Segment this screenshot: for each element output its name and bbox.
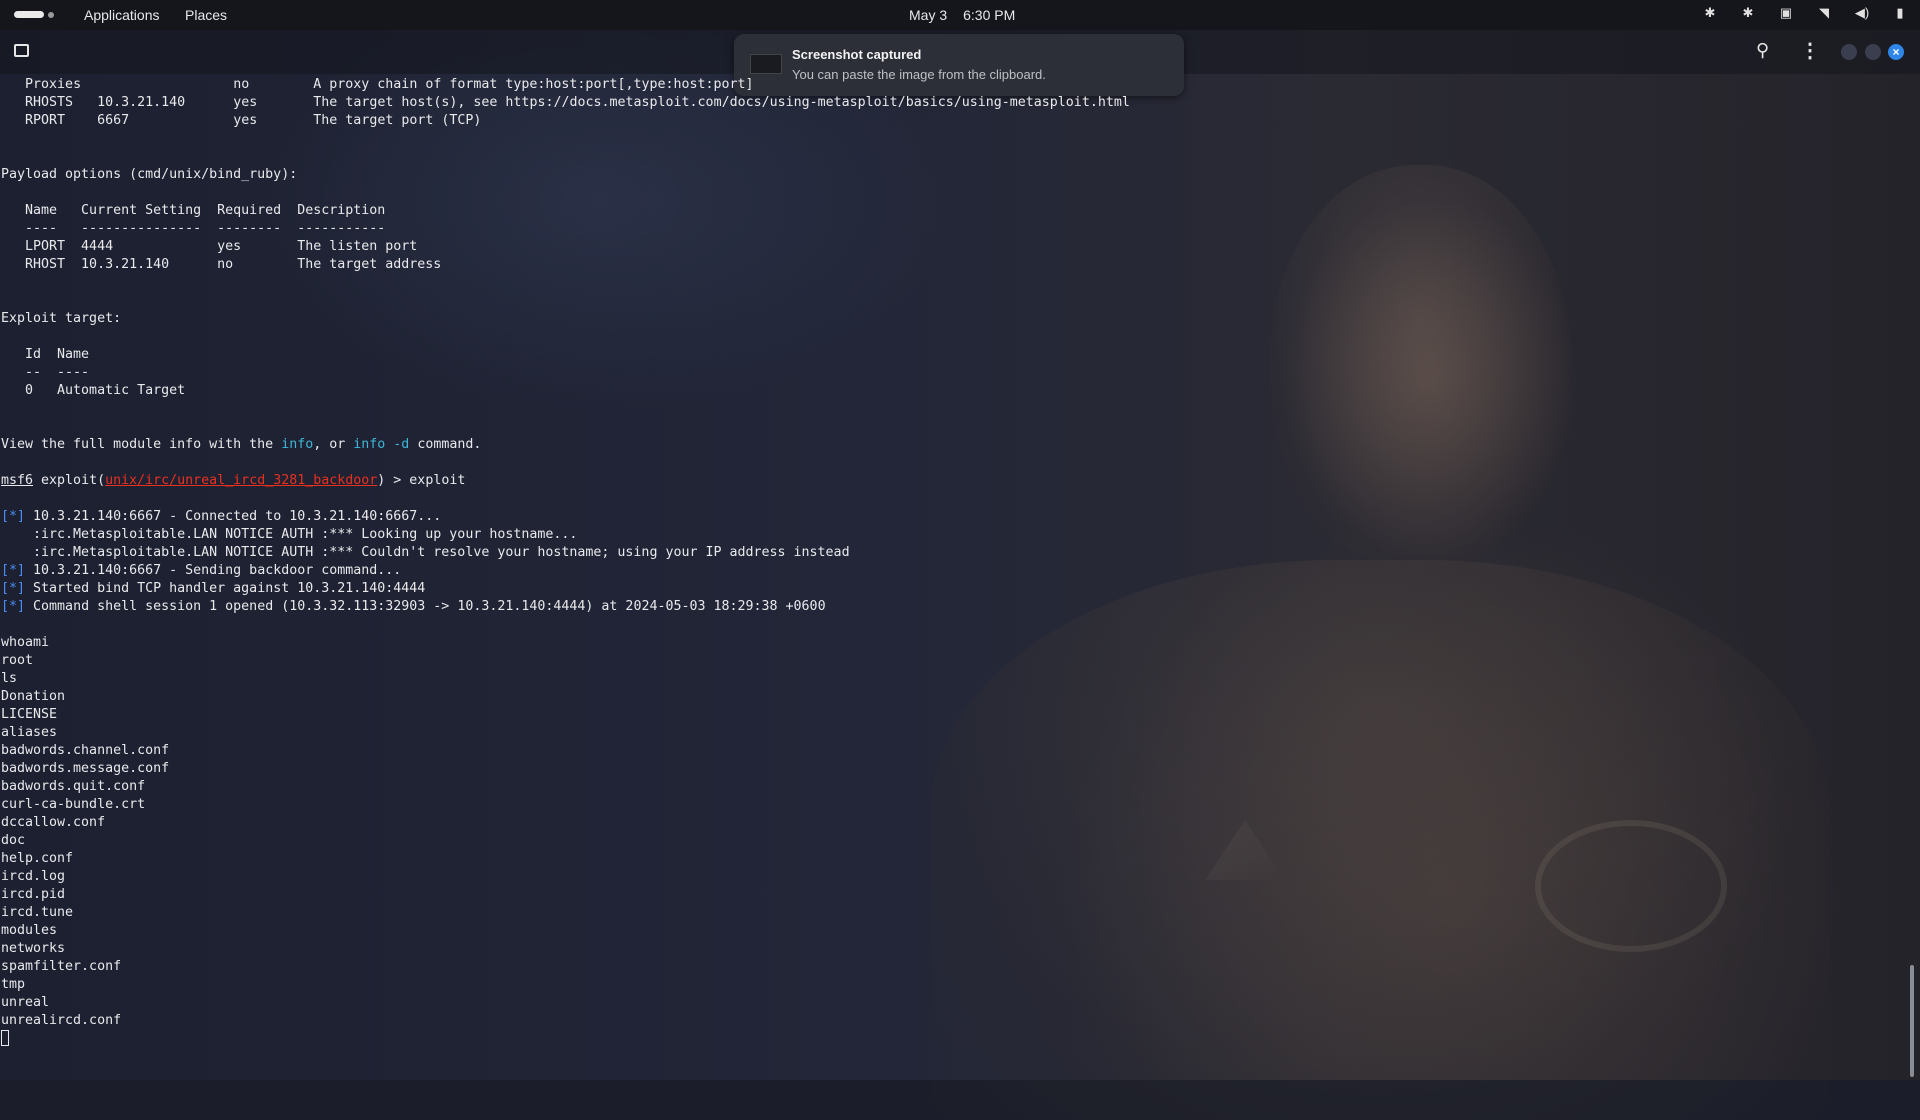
notification-title: Screenshot captured: [792, 47, 922, 62]
status-line: :irc.Metasploitable.LAN NOTICE AUTH :***…: [1, 527, 578, 542]
clock[interactable]: May 3 6:30 PM: [909, 7, 1015, 23]
terminal-cursor[interactable]: [1, 1030, 9, 1046]
shell-line: LICENSE: [1, 707, 58, 722]
shell-line: curl-ca-bundle.crt: [1, 797, 146, 812]
terminal-scrollbar[interactable]: [1910, 965, 1914, 1077]
places-menu[interactable]: Places: [185, 7, 227, 23]
info-hint: View the full module info with the info,…: [1, 437, 482, 452]
status-line: [*] 10.3.21.140:6667 - Connected to 10.3…: [1, 509, 442, 524]
status-line: :irc.Metasploitable.LAN NOTICE AUTH :***…: [1, 545, 850, 560]
shell-line: ircd.tune: [1, 905, 74, 920]
target-table-rule: -- ----: [1, 365, 90, 380]
shell-line: badwords.message.conf: [1, 761, 170, 776]
payload-heading: Payload options (cmd/unix/bind_ruby):: [1, 167, 298, 182]
workspace-indicator: [48, 11, 54, 18]
volume-icon[interactable]: ◀): [1852, 5, 1872, 21]
top-panel: Applications Places May 3 6:30 PM ✱ ✱ ▣ …: [0, 0, 1920, 30]
module-option-row: RPORT 6667 yes The target port (TCP): [25, 113, 482, 128]
shell-line: aliases: [1, 725, 58, 740]
minimize-button[interactable]: [1841, 44, 1857, 60]
shell-line: root: [1, 653, 34, 668]
shell-line: ircd.log: [1, 869, 66, 884]
window-icon[interactable]: ▣: [1776, 5, 1796, 21]
bluetooth-icon[interactable]: ✱: [1700, 5, 1720, 21]
status-line: [*] Command shell session 1 opened (10.3…: [1, 599, 826, 614]
shell-line: ls: [1, 671, 18, 686]
applications-menu[interactable]: Applications: [84, 7, 160, 23]
shell-line: unrealircd.conf: [1, 1013, 122, 1028]
shell-line: tmp: [1, 977, 26, 992]
new-tab-icon[interactable]: [14, 44, 29, 57]
payload-table-rule: ---- --------------- -------- ----------…: [1, 221, 386, 236]
clock-time: 6:30 PM: [963, 7, 1016, 23]
target-table-header: Id Name: [1, 347, 90, 362]
shell-line: help.conf: [1, 851, 74, 866]
shell-line: modules: [1, 923, 58, 938]
bluetooth-icon[interactable]: ✱: [1738, 5, 1758, 21]
search-icon[interactable]: ⚲: [1756, 40, 1769, 61]
status-line: [*] 10.3.21.140:6667 - Sending backdoor …: [1, 563, 402, 578]
payload-row: RHOST 10.3.21.140 no The target address: [1, 257, 442, 272]
shell-line: unreal: [1, 995, 50, 1010]
shell-line: doc: [1, 833, 26, 848]
clock-date: May 3: [909, 7, 948, 23]
close-button[interactable]: ×: [1888, 44, 1904, 60]
target-heading: Exploit target:: [1, 311, 122, 326]
system-tray: ✱ ✱ ▣ ◥ ◀) ▮: [1700, 5, 1910, 21]
msf-prompt: msf6 exploit(unix/irc/unreal_ircd_3281_b…: [1, 473, 466, 488]
shell-line: dccallow.conf: [1, 815, 106, 830]
target-row: 0 Automatic Target: [1, 383, 186, 398]
shell-line: Donation: [1, 689, 66, 704]
menu-icon[interactable]: ⋮: [1800, 38, 1820, 63]
shell-line: ircd.pid: [1, 887, 66, 902]
screenshot-thumbnail: [750, 54, 782, 74]
terminal-output[interactable]: Proxies no A proxy chain of format type:…: [1, 76, 1881, 1048]
wifi-icon[interactable]: ◥: [1814, 5, 1834, 21]
module-option-row: Proxies no A proxy chain of format type:…: [25, 77, 754, 92]
shell-line: networks: [1, 941, 66, 956]
module-option-row: RHOSTS 10.3.21.140 yes The target host(s…: [25, 95, 1130, 110]
shell-line: spamfilter.conf: [1, 959, 122, 974]
workspace-active-indicator: [14, 11, 44, 18]
shell-line: badwords.quit.conf: [1, 779, 146, 794]
payload-row: LPORT 4444 yes The listen port: [1, 239, 418, 254]
battery-icon[interactable]: ▮: [1890, 5, 1910, 21]
shell-line: whoami: [1, 635, 50, 650]
activities-button[interactable]: [14, 11, 54, 18]
maximize-button[interactable]: [1865, 44, 1881, 60]
status-line: [*] Started bind TCP handler against 10.…: [1, 581, 426, 596]
shell-line: badwords.channel.conf: [1, 743, 170, 758]
payload-table-header: Name Current Setting Required Descriptio…: [1, 203, 386, 218]
